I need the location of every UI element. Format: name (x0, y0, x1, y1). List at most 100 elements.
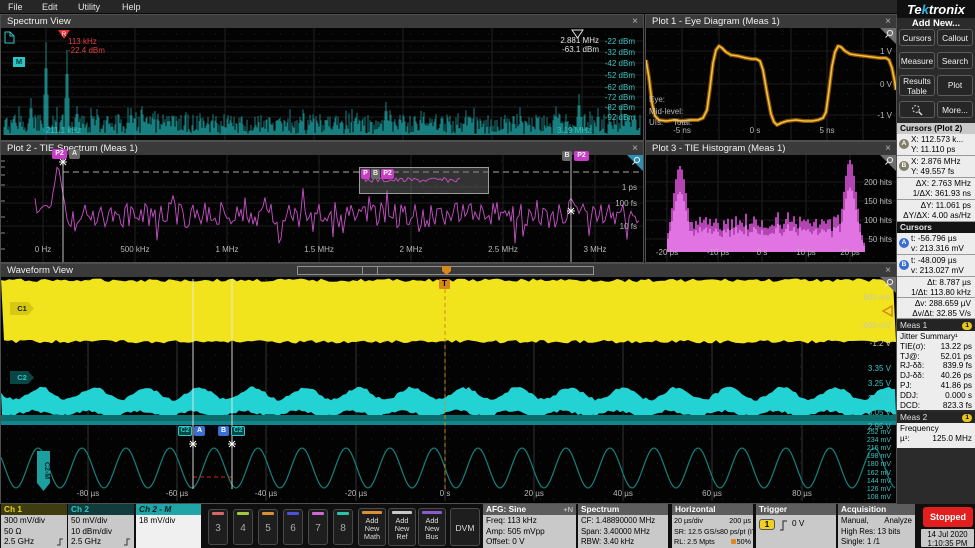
ch2-spectrum-scale: 10 dBm/div (71, 527, 131, 538)
channel-button-6[interactable]: 6 (283, 509, 303, 545)
zoom-corner-icon[interactable] (880, 155, 896, 176)
cursors-button[interactable]: Cursors (899, 29, 935, 46)
waveform-plot-area[interactable]: C1 C2 C2-M T C2 A B C2 -80 µs-60 µs-40 µ… (1, 277, 896, 503)
sample-resolution: 80 ps/pt (IT) (720, 527, 759, 538)
close-icon[interactable]: × (882, 264, 894, 277)
cursor-b-source-badge[interactable]: C2 (231, 426, 245, 436)
close-icon[interactable]: × (629, 142, 641, 155)
meas2-body: Frequency µ¹:125.0 MHz (897, 423, 975, 448)
channel-button-8[interactable]: 8 (333, 509, 353, 545)
measure-button[interactable]: Measure (899, 52, 935, 69)
add-new-math-button[interactable]: AddNewMath (358, 508, 386, 546)
p2-marker-badge[interactable]: P2 (574, 151, 589, 161)
axis-label: 1 MHz (203, 245, 251, 254)
callout-button[interactable]: Callout (937, 29, 973, 46)
math-trace-badge[interactable]: M (13, 57, 25, 67)
axis-label: 144 mV (845, 478, 891, 485)
overview-trigger-icon[interactable] (442, 266, 451, 275)
menu-item-file[interactable]: File (8, 0, 23, 14)
ch2-badge[interactable]: Ch 2 50 mV/div 10 dBm/div 2.5 GHz (68, 504, 134, 548)
menu-bar: File Edit Utility Help (0, 0, 897, 14)
cursor-b-badge[interactable]: B (218, 426, 229, 436)
ch1-badge[interactable]: Ch 1 300 mV/div 50 Ω 2.5 GHz (1, 504, 67, 548)
afg-panel[interactable]: AFG: Sine+N Freq: 113 kHz Amp: 505 mVpp … (483, 504, 576, 548)
dvm-button[interactable]: DVM (450, 508, 480, 546)
meas2-header[interactable]: Meas 21 (897, 412, 975, 423)
datetime-display: 14 Jul 2020 1:10:35 PM (921, 529, 974, 547)
results-table-button[interactable]: Results Table (899, 75, 935, 96)
spectrum-view-panel: Spectrum View × M R 113 kHz -22.4 dBm 2.… (0, 14, 644, 141)
cursors-plot2-header[interactable]: Cursors (Plot 2) (897, 123, 975, 134)
zoom-tool-button[interactable] (899, 101, 935, 118)
cursor-a-badge[interactable]: A (69, 149, 80, 159)
close-icon[interactable]: × (882, 142, 894, 155)
zoom-corner-icon[interactable] (880, 277, 896, 298)
axis-label: -60 µs (155, 489, 199, 498)
probe-icon (56, 538, 64, 546)
ch1-label: Ch 1 (1, 504, 67, 515)
axis-label: -10 ps (700, 248, 736, 257)
ch2-settings: 50 mV/div 10 dBm/div 2.5 GHz (68, 515, 134, 548)
zoom-corner-icon[interactable] (627, 155, 643, 176)
stopped-button[interactable]: Stopped (923, 507, 973, 527)
axis-label: 252 mV (845, 429, 891, 436)
channel-color-stripe (212, 512, 224, 515)
ch2-math-badge[interactable]: Ch 2 - M 18 mV/div (136, 504, 201, 548)
axis-label: 40 µs (601, 489, 645, 498)
eye-plot-area[interactable]: Eye: Mid-level: UIs: Total: -5 ns0 s5 ns… (646, 28, 896, 140)
add-color-stripe (422, 511, 442, 514)
delta-t-value: Δt: 8.787 µs (899, 278, 971, 288)
trigger-level-arrow-icon[interactable] (880, 305, 894, 317)
acquisition-title: Acquisition (841, 504, 886, 515)
meas1-header[interactable]: Meas 11 (897, 320, 975, 331)
channel-button-5[interactable]: 5 (258, 509, 278, 545)
more-button[interactable]: More... (937, 101, 973, 118)
spectrum-panel[interactable]: Spectrum CF: 1.48890000 MHz Span: 3.4000… (578, 504, 668, 548)
p2-badge: P2 (381, 169, 394, 179)
plot-button[interactable]: Plot (937, 75, 973, 96)
add-new-ref-button[interactable]: AddNewRef (388, 508, 416, 546)
measurement-row: µ¹:125.0 MHz (900, 434, 972, 444)
add-new-bus-button[interactable]: AddNewBus (418, 508, 446, 546)
spectrum-plot-area[interactable]: M R 113 kHz -22.4 dBm 2.881 MHz -63.1 dB… (1, 28, 643, 140)
menu-item-help[interactable]: Help (122, 0, 141, 14)
cursor-a-source-badge[interactable]: C2 (178, 426, 192, 436)
acquisition-panel[interactable]: Acquisition Manual,Analyze High Res: 13 … (838, 504, 915, 548)
math-trace-badge[interactable]: C2-M (37, 451, 50, 491)
menu-item-edit[interactable]: Edit (42, 0, 58, 14)
plot-overview-inset[interactable]: P B P2 (359, 167, 489, 194)
channel-color-stripe (237, 512, 249, 515)
bottom-settings-bar: Ch 1 300 mV/div 50 Ω 2.5 GHz Ch 2 50 mV/… (0, 504, 975, 548)
cursor-a-badge[interactable]: A (194, 426, 205, 436)
waveform-traces (1, 277, 896, 503)
cursors-header[interactable]: Cursors (897, 222, 975, 233)
delta-y-per-x-value: ΔY/ΔX: 4.00 as/Hz (899, 211, 971, 221)
axis-label: 20 ps (832, 248, 868, 257)
delta-x-value: ΔX: 2.763 MHz (899, 179, 971, 189)
channel-button-3[interactable]: 3 (208, 509, 228, 545)
axis-label: 3 MHz (571, 245, 619, 254)
tie-histogram-plot-area[interactable]: -20 ps-10 ps0 s10 ps20 ps200 hits150 hit… (646, 155, 896, 262)
search-button[interactable]: Search (937, 52, 973, 69)
marker-amplitude-label: -22.4 dBm (68, 46, 105, 55)
horizontal-panel[interactable]: Horizontal 20 µs/div200 µs SR: 12.5 GS/s… (672, 504, 753, 548)
axis-label: 200 hits (846, 178, 892, 187)
axis-label: -20 µs (334, 489, 378, 498)
close-icon[interactable]: × (629, 15, 641, 28)
delta-t-readout: Δt: 8.787 µs 1/Δt: 113.80 kHz (897, 277, 975, 298)
channel-button-7[interactable]: 7 (308, 509, 328, 545)
trigger-panel[interactable]: Trigger 1 0 V (756, 504, 836, 548)
axis-label: 0 V (868, 80, 892, 89)
p2-marker-badge[interactable]: P2 (52, 149, 67, 159)
menu-item-utility[interactable]: Utility (78, 0, 100, 14)
axis-label: -72 dBm (575, 93, 635, 102)
trigger-position-badge[interactable]: T (439, 279, 450, 289)
close-icon[interactable]: × (882, 15, 894, 28)
axis-label: 3.05 V (839, 408, 891, 417)
tie-spectrum-plot-area[interactable]: P B P2 0 Hz500 kHz1 MHz1.5 MHz2 MHz2.5 M… (1, 155, 643, 262)
channel-button-4[interactable]: 4 (233, 509, 253, 545)
cursor-b-badge[interactable]: B (562, 151, 572, 161)
zoom-corner-icon[interactable] (880, 28, 896, 49)
horizontal-overview-bar[interactable] (297, 266, 594, 275)
axis-label: 100 fs (591, 199, 637, 208)
